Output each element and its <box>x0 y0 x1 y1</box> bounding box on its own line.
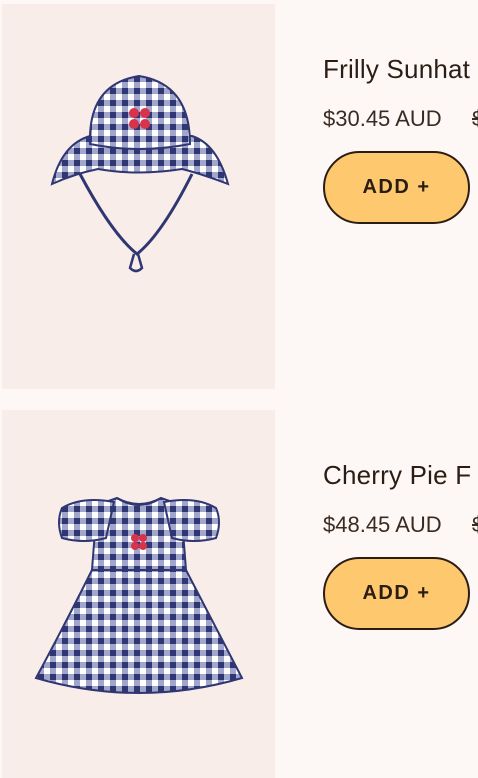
product-card: Frilly Sunhat $30.45 AUD $ ADD + <box>0 4 478 389</box>
product-title[interactable]: Frilly Sunhat <box>323 54 470 85</box>
add-to-cart-button[interactable]: ADD + <box>323 151 470 224</box>
product-list: Frilly Sunhat $30.45 AUD $ ADD + <box>0 0 478 778</box>
product-image-sunhat[interactable] <box>2 4 275 389</box>
sunhat-illustration <box>50 74 230 273</box>
add-to-cart-button[interactable]: ADD + <box>323 557 470 630</box>
product-image-dress[interactable] <box>2 410 275 778</box>
compare-at-price: $ <box>472 512 478 538</box>
product-price: $48.45 AUD <box>323 512 442 537</box>
compare-at-price: $ <box>472 106 478 132</box>
product-card: Cherry Pie F $48.45 AUD $ ADD + <box>0 410 478 778</box>
dress-illustration <box>34 496 244 694</box>
product-title[interactable]: Cherry Pie F <box>323 460 471 491</box>
product-price: $30.45 AUD <box>323 106 442 131</box>
